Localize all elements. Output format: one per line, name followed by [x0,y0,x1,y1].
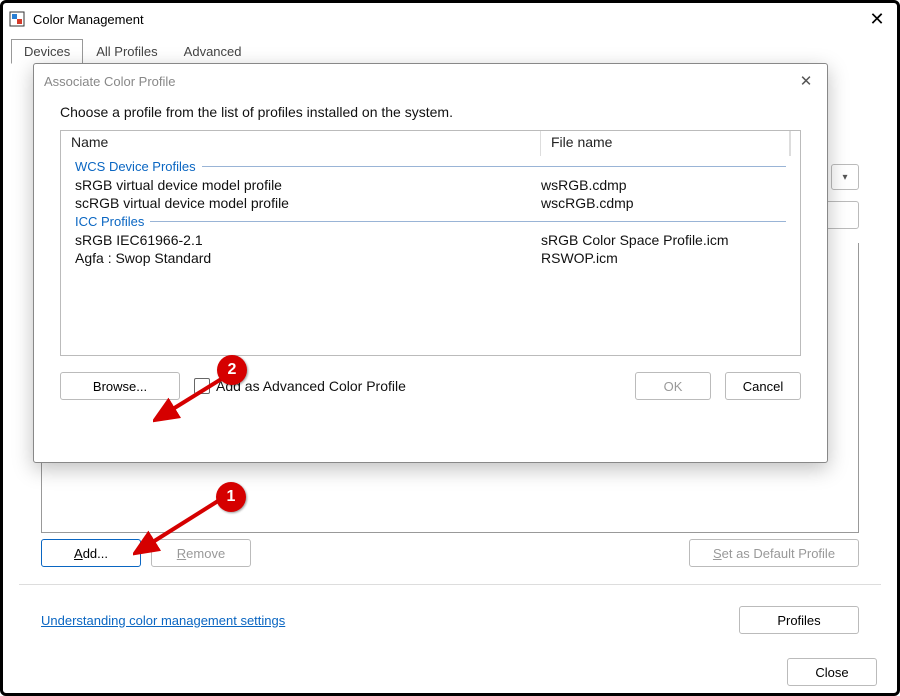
cancel-button[interactable]: Cancel [725,372,801,400]
profiles-button[interactable]: Profiles [739,606,859,634]
ok-button: OK [635,372,711,400]
list-header: Name File name [61,131,800,157]
section-wcs: WCS Device Profiles [61,157,800,176]
list-item[interactable]: scRGB virtual device model profilewscRGB… [61,194,800,212]
dialog-instruction: Choose a profile from the list of profil… [34,98,827,130]
close-button[interactable]: Close [787,658,877,686]
help-link[interactable]: Understanding color management settings [41,613,285,628]
tab-strip: Devices All Profiles Advanced [3,35,897,64]
divider [19,584,881,585]
tab-all-profiles[interactable]: All Profiles [83,39,170,64]
window-title: Color Management [33,12,863,27]
close-icon[interactable]: ✕ [863,9,891,30]
list-item[interactable]: Agfa : Swop StandardRSWOP.icm [61,249,800,267]
device-dropdown-chevron[interactable]: ▾ [831,164,859,190]
app-icon [9,11,25,27]
section-icc: ICC Profiles [61,212,800,231]
set-default-profile-button: Set as Default Profile [689,539,859,567]
tab-devices[interactable]: Devices [11,39,83,64]
column-name[interactable]: Name [61,131,541,156]
add-button[interactable]: Add... [41,539,141,567]
titlebar: Color Management ✕ [3,3,897,35]
dialog-title: Associate Color Profile [44,74,176,89]
list-item[interactable]: sRGB virtual device model profilewsRGB.c… [61,176,800,194]
column-file[interactable]: File name [541,131,790,156]
dialog-close-icon[interactable]: ✕ [795,72,817,90]
callout-1: 1 [216,482,246,512]
callout-2: 2 [217,355,247,385]
profile-list: Name File name WCS Device Profiles sRGB … [60,130,801,356]
tab-advanced[interactable]: Advanced [171,39,255,64]
list-item[interactable]: sRGB IEC61966-2.1sRGB Color Space Profil… [61,231,800,249]
